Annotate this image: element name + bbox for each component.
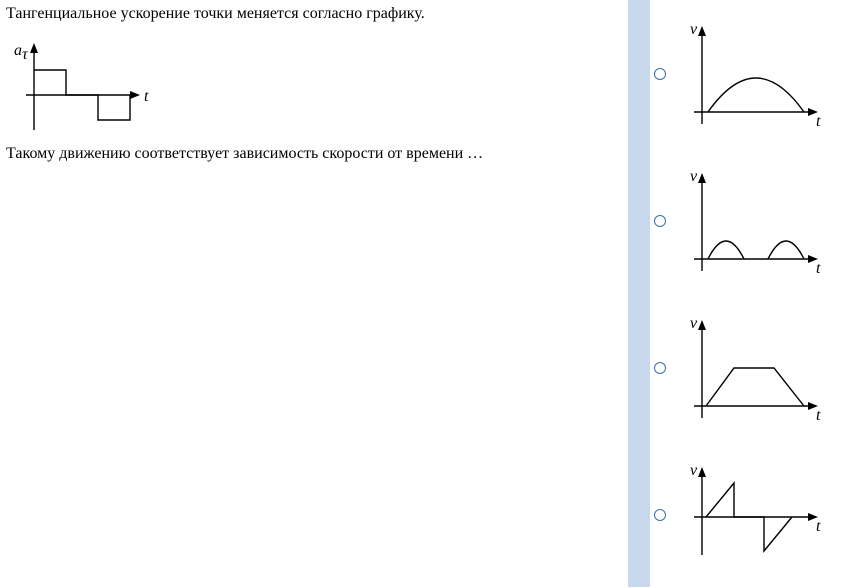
- opt4-ylabel: v: [690, 462, 698, 479]
- radio-option-1[interactable]: [654, 68, 666, 80]
- opt2-ylabel: v: [690, 168, 698, 185]
- q-graph-ysub: τ: [22, 46, 29, 63]
- radio-option-3[interactable]: [654, 362, 666, 374]
- option-graph-1: v t: [678, 14, 828, 134]
- opt3-xlabel: t: [816, 407, 821, 424]
- radio-option-2[interactable]: [654, 215, 666, 227]
- panel-separator: [628, 0, 650, 587]
- option-row-1: v t: [650, 0, 855, 147]
- option-graph-3: v t: [678, 308, 828, 428]
- opt1-ylabel: v: [690, 21, 698, 38]
- option-row-3: v t: [650, 294, 855, 441]
- question-panel: Тангенциальное ускорение точки меняется …: [0, 0, 637, 167]
- radio-option-4[interactable]: [654, 509, 666, 521]
- question-graph: a τ t: [6, 25, 166, 135]
- opt4-xlabel: t: [816, 518, 821, 535]
- option-graph-2: v t: [678, 161, 828, 281]
- q-graph-ylabel: a: [14, 42, 22, 59]
- option-graph-4: v t: [678, 455, 828, 575]
- options-panel: v t v t: [650, 0, 855, 587]
- option-row-2: v t: [650, 147, 855, 294]
- opt3-ylabel: v: [690, 315, 698, 332]
- option-row-4: v t: [650, 441, 855, 588]
- q-graph-xlabel: t: [144, 88, 149, 105]
- opt1-xlabel: t: [816, 113, 821, 130]
- question-line-2: Такому движению соответствует зависимост…: [6, 144, 631, 163]
- opt2-xlabel: t: [816, 260, 821, 277]
- question-line-1: Тангенциальное ускорение точки меняется …: [6, 4, 631, 23]
